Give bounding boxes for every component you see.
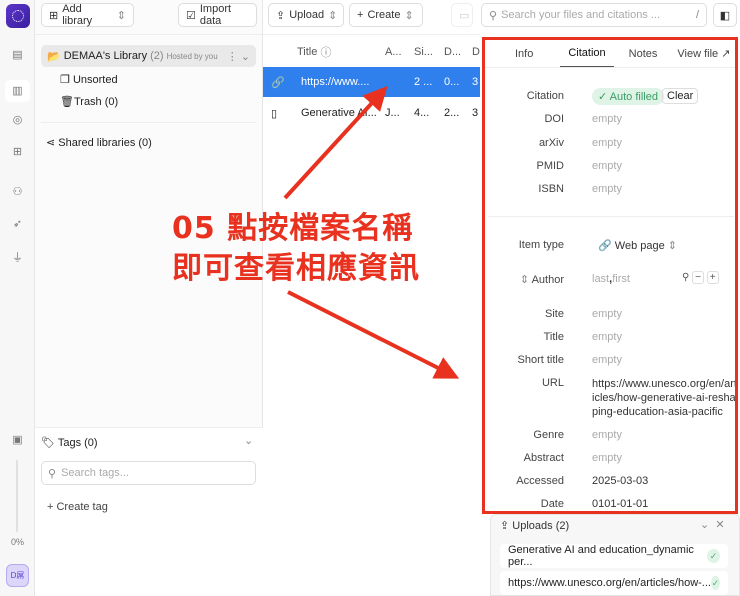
- arrow-to-panel: [287, 290, 460, 379]
- annotation-arrows: [283, 86, 460, 379]
- arrow-to-file: [283, 86, 388, 200]
